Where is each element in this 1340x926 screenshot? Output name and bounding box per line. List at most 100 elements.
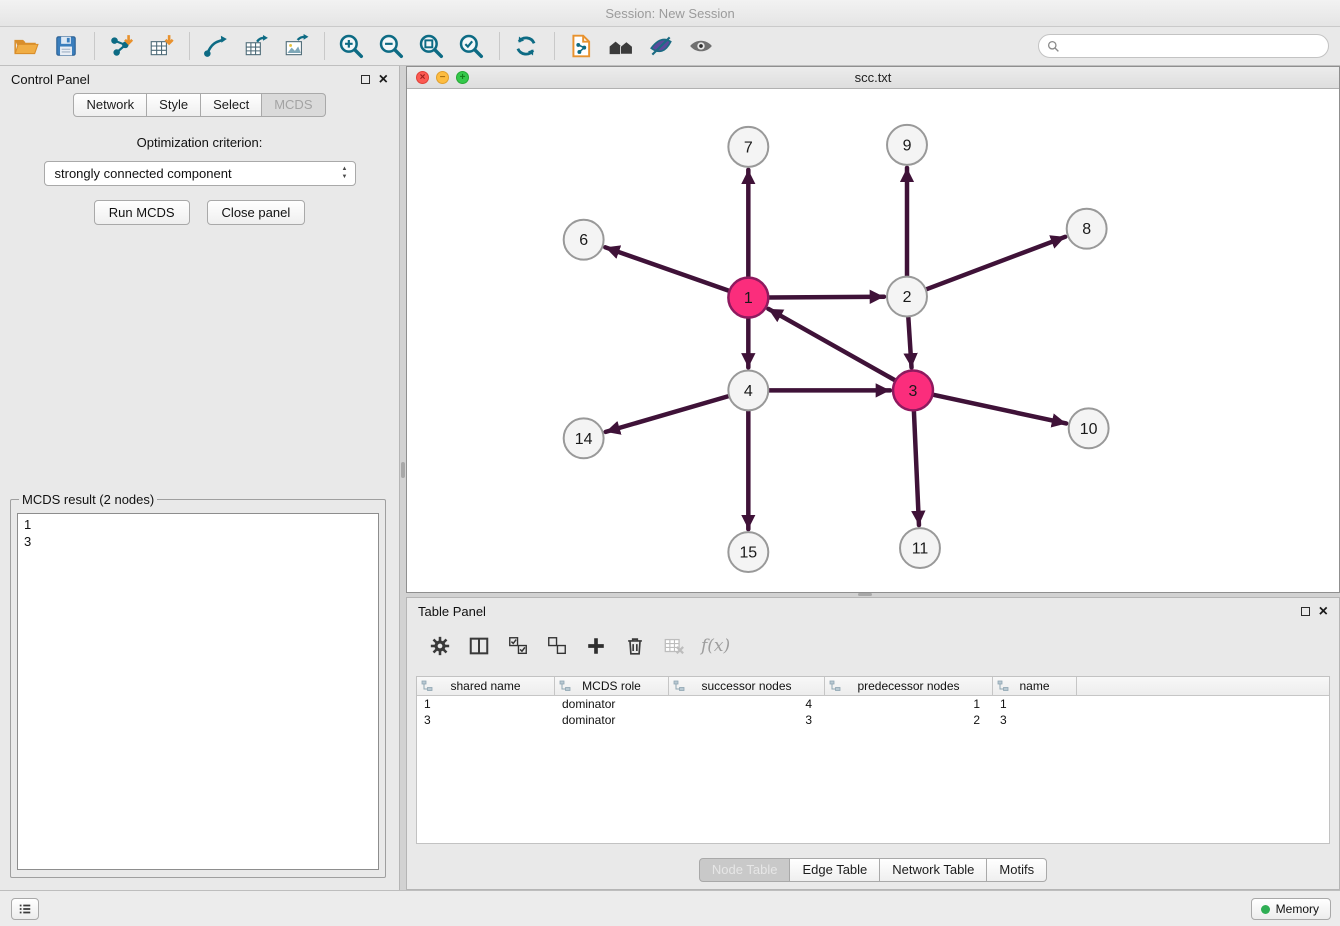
delete-entry-button[interactable] — [623, 633, 647, 659]
minimize-window-button[interactable]: − — [436, 71, 449, 84]
zoom-in-icon — [338, 33, 364, 59]
tab-style[interactable]: Style — [147, 93, 201, 117]
optimization-criterion-dropdown[interactable]: strongly connected component ▲ ▼ — [44, 161, 356, 186]
panel-menu-button[interactable] — [11, 898, 39, 920]
toolbar-separator — [189, 32, 190, 60]
zoom-fit-icon — [418, 33, 444, 59]
open-session-button[interactable] — [10, 30, 42, 62]
svg-text:9: 9 — [903, 137, 912, 154]
show-hide-button[interactable] — [685, 30, 717, 62]
tab-edge-table[interactable]: Edge Table — [790, 858, 880, 882]
graph-node-6[interactable]: 6 — [564, 220, 604, 260]
table-panel-header: Table Panel × — [407, 598, 1339, 625]
table-row[interactable]: 1 dominator 4 1 1 — [417, 696, 1329, 712]
import-network-button[interactable] — [105, 30, 137, 62]
import-table-button[interactable] — [145, 30, 177, 62]
svg-text:6: 6 — [579, 232, 588, 249]
unchecked-boxes-icon — [546, 635, 568, 657]
splitter-handle[interactable] — [858, 593, 872, 596]
network-window-titlebar[interactable]: × − + scc.txt — [407, 67, 1339, 89]
graph-edge-3-11[interactable] — [914, 411, 919, 525]
table-row[interactable]: 3 dominator 3 2 3 — [417, 712, 1329, 728]
new-network-button[interactable] — [200, 30, 232, 62]
apply-style-button[interactable] — [645, 30, 677, 62]
graph-node-1[interactable]: 1 — [728, 278, 768, 318]
graph-edge-4-14[interactable] — [606, 396, 729, 432]
tab-network-table[interactable]: Network Table — [880, 858, 987, 882]
tab-network[interactable]: Network — [73, 93, 147, 117]
graph-node-2[interactable]: 2 — [887, 277, 927, 317]
function-builder-button[interactable]: f(x) — [701, 633, 730, 659]
mcds-result-list[interactable]: 1 3 — [17, 513, 379, 870]
graph-node-8[interactable]: 8 — [1067, 209, 1107, 249]
close-panel-icon[interactable]: × — [1319, 604, 1328, 620]
apply-layout-button[interactable] — [510, 30, 542, 62]
new-table-button[interactable] — [240, 30, 272, 62]
tab-mcds[interactable]: MCDS — [262, 93, 325, 117]
add-entry-button[interactable] — [584, 633, 608, 659]
tab-select[interactable]: Select — [201, 93, 262, 117]
plus-icon — [585, 635, 607, 657]
search-input[interactable] — [1065, 39, 1320, 54]
tab-node-table[interactable]: Node Table — [699, 858, 791, 882]
float-panel-icon[interactable] — [361, 75, 370, 84]
graph-node-7[interactable]: 7 — [728, 127, 768, 167]
svg-text:7: 7 — [744, 139, 753, 156]
maximize-window-button[interactable]: + — [456, 71, 469, 84]
graph-edge-3-10[interactable] — [933, 395, 1066, 424]
close-panel-icon[interactable]: × — [379, 72, 388, 88]
mcds-result-title: MCDS result (2 nodes) — [19, 492, 157, 507]
graph-edge-1-6[interactable] — [605, 247, 728, 290]
show-columns-button[interactable] — [467, 633, 491, 659]
column-type-icon — [829, 680, 841, 692]
graph-edge-2-8[interactable] — [927, 237, 1066, 289]
zoom-fit-button[interactable] — [415, 30, 447, 62]
table-settings-button[interactable] — [428, 633, 452, 659]
run-mcds-button[interactable]: Run MCDS — [94, 200, 190, 225]
status-bar: Memory — [0, 890, 1340, 926]
import-network-icon — [108, 33, 134, 59]
clone-network-button[interactable] — [565, 30, 597, 62]
graph-edge-1-2[interactable] — [769, 297, 884, 298]
zoom-out-button[interactable] — [375, 30, 407, 62]
deselect-all-button[interactable] — [545, 633, 569, 659]
cell-shared-name: 1 — [417, 696, 555, 712]
tab-motifs[interactable]: Motifs — [987, 858, 1047, 882]
network-graph[interactable]: 7 9 6 8 1 2 4 3 14 10 15 11 — [407, 89, 1339, 592]
checked-boxes-icon — [507, 635, 529, 657]
graph-node-11[interactable]: 11 — [900, 528, 940, 568]
table-tabs: Node Table Edge Table Network Table Moti… — [407, 858, 1339, 882]
column-header-name[interactable]: name — [993, 677, 1077, 695]
search-icon — [1047, 40, 1060, 53]
zoom-selected-button[interactable] — [455, 30, 487, 62]
close-panel-button[interactable]: Close panel — [207, 200, 306, 225]
cell-predecessor-nodes: 1 — [825, 696, 993, 712]
splitter-handle[interactable] — [401, 462, 405, 478]
zoom-in-button[interactable] — [335, 30, 367, 62]
graph-node-15[interactable]: 15 — [728, 532, 768, 572]
graph-node-3[interactable]: 3 — [893, 370, 933, 410]
graph-node-4[interactable]: 4 — [728, 370, 768, 410]
delete-table-button[interactable] — [662, 633, 686, 659]
mcds-result-line: 1 — [24, 516, 372, 533]
save-session-button[interactable] — [50, 30, 82, 62]
select-all-button[interactable] — [506, 633, 530, 659]
graph-node-10[interactable]: 10 — [1069, 408, 1109, 448]
window-controls: × − + — [416, 71, 469, 84]
graph-edge-2-3[interactable] — [908, 318, 911, 368]
memory-button[interactable]: Memory — [1251, 898, 1331, 920]
network-canvas[interactable]: 7 9 6 8 1 2 4 3 14 10 15 11 — [407, 89, 1339, 592]
float-panel-icon[interactable] — [1301, 607, 1310, 616]
export-image-button[interactable] — [280, 30, 312, 62]
column-header-predecessor-nodes[interactable]: predecessor nodes — [825, 677, 993, 695]
clone-network-icon — [568, 33, 594, 59]
graph-node-9[interactable]: 9 — [887, 125, 927, 165]
search-box[interactable] — [1038, 34, 1329, 58]
first-neighbors-button[interactable] — [605, 30, 637, 62]
column-header-successor-nodes[interactable]: successor nodes — [669, 677, 825, 695]
column-header-shared-name[interactable]: shared name — [417, 677, 555, 695]
graph-node-14[interactable]: 14 — [564, 418, 604, 458]
graph-edge-3-1[interactable] — [768, 309, 894, 380]
column-header-mcds-role[interactable]: MCDS role — [555, 677, 669, 695]
close-window-button[interactable]: × — [416, 71, 429, 84]
